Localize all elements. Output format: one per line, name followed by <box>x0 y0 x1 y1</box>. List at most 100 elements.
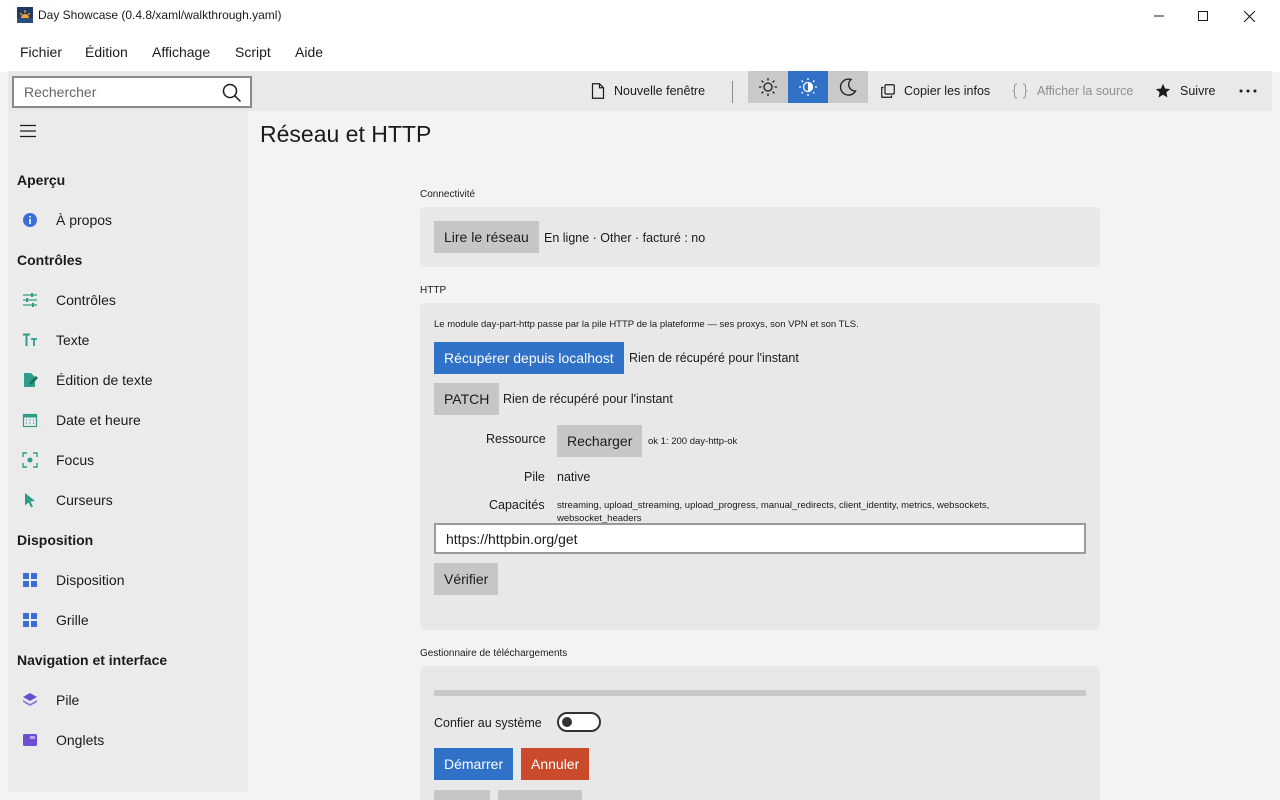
http-description: Le module day-part-http passe par la pil… <box>434 319 859 330</box>
search-icon[interactable] <box>222 83 242 103</box>
search-box[interactable] <box>12 76 252 108</box>
sidebar-heading-layout: Disposition <box>17 532 94 548</box>
more-icon <box>1239 89 1257 93</box>
minimize-button[interactable] <box>1136 0 1182 32</box>
menu-bar: Fichier Édition Affichage Script Aide <box>0 32 1280 72</box>
star-icon <box>1155 83 1171 98</box>
fetch-localhost-button[interactable]: Récupérer depuis localhost <box>434 342 624 374</box>
moon-icon <box>839 78 857 96</box>
stack-value: native <box>557 470 591 484</box>
document-icon <box>591 83 605 99</box>
more-options-button[interactable] <box>1239 71 1266 111</box>
stack-icon <box>23 693 37 706</box>
sidebar-heading-overview: Aperçu <box>17 172 66 188</box>
sidebar-item-label: Édition de texte <box>56 372 153 388</box>
info-icon <box>23 213 37 227</box>
system-handoff-toggle[interactable] <box>557 712 601 732</box>
theme-system-button[interactable] <box>788 71 828 103</box>
new-window-button[interactable]: Nouvelle fenêtre <box>591 71 705 111</box>
main-content: Réseau et HTTP Connectivité Lire le rése… <box>248 111 1272 800</box>
sidebar-item-layout[interactable]: Disposition <box>8 562 248 598</box>
sidebar-item-text[interactable]: Texte <box>8 322 248 358</box>
menu-file[interactable]: Fichier <box>20 44 62 60</box>
next-button-partial[interactable] <box>498 790 582 800</box>
sliders-icon <box>23 293 37 307</box>
sidebar-item-date-time[interactable]: Date et heure <box>8 402 248 438</box>
next-button-partial[interactable] <box>434 790 490 800</box>
url-input[interactable] <box>434 523 1086 554</box>
capabilities-label: Capacités <box>489 498 545 512</box>
window-title: Day Showcase (0.4.8/xaml/walkthrough.yam… <box>38 8 282 22</box>
sidebar-item-label: Focus <box>56 452 95 468</box>
system-handoff-label: Confier au système <box>434 716 542 730</box>
maximize-icon <box>1198 11 1208 21</box>
fetch-result: Rien de récupéré pour l'instant <box>629 351 799 365</box>
sidebar-item-cursors[interactable]: Curseurs <box>8 482 248 518</box>
downloads-card: Confier au système Démarrer Annuler <box>420 666 1100 800</box>
sidebar-item-label: Pile <box>56 692 80 708</box>
theme-light-button[interactable] <box>748 71 788 103</box>
download-progress-bar <box>434 690 1086 696</box>
view-source-label: Afficher la source <box>1037 84 1134 98</box>
copy-info-label: Copier les infos <box>904 84 991 98</box>
follow-label: Suivre <box>1180 84 1216 98</box>
follow-button[interactable]: Suivre <box>1155 71 1215 111</box>
sidebar-item-stack[interactable]: Pile <box>8 682 248 718</box>
menu-help[interactable]: Aide <box>295 44 323 60</box>
read-network-button[interactable]: Lire le réseau <box>434 221 539 253</box>
close-icon <box>1243 10 1255 22</box>
search-input[interactable] <box>24 84 214 100</box>
reload-button[interactable]: Recharger <box>557 425 643 457</box>
sidebar-item-label: Date et heure <box>56 412 141 428</box>
tabs-icon <box>23 734 37 746</box>
theme-dark-button[interactable] <box>828 71 868 103</box>
copy-icon <box>881 84 895 98</box>
sidebar-item-label: À propos <box>56 212 113 228</box>
title-bar: Day Showcase (0.4.8/xaml/walkthrough.yam… <box>0 0 1280 32</box>
focus-icon <box>22 452 38 468</box>
connectivity-card: Lire le réseau En ligne · Other · factur… <box>420 207 1100 267</box>
cancel-button[interactable]: Annuler <box>521 748 590 780</box>
sidebar-item-text-editing[interactable]: Édition de texte <box>8 362 248 398</box>
sidebar-heading-navigation: Navigation et interface <box>17 652 168 668</box>
sidebar-item-tabs[interactable]: Onglets <box>8 722 248 758</box>
sidebar-item-label: Texte <box>56 332 90 348</box>
capabilities-value: streaming, upload_streaming, upload_prog… <box>557 500 990 524</box>
sidebar-item-focus[interactable]: Focus <box>8 442 248 478</box>
minimize-icon <box>1154 15 1164 17</box>
edit-document-icon <box>24 373 38 387</box>
grid-icon <box>23 613 37 627</box>
new-window-label: Nouvelle fenêtre <box>614 84 706 98</box>
layout-icon <box>23 573 37 587</box>
view-source-button[interactable]: Afficher la source <box>1012 71 1133 111</box>
menu-view[interactable]: Affichage <box>152 44 210 60</box>
menu-script[interactable]: Script <box>235 44 271 60</box>
verify-button[interactable]: Vérifier <box>434 563 499 595</box>
close-button[interactable] <box>1226 0 1272 32</box>
patch-button[interactable]: PATCH <box>434 383 500 415</box>
app-logo-icon <box>17 7 33 23</box>
cursor-icon <box>25 493 35 508</box>
page-title: Réseau et HTTP <box>260 121 432 147</box>
downloads-section-label: Gestionnaire de téléchargements <box>420 648 568 659</box>
text-size-icon <box>23 333 37 346</box>
sidebar-item-grid[interactable]: Grille <box>8 602 248 638</box>
resource-result: ok 1: 200 day-http-ok <box>648 436 738 447</box>
sidebar-item-label: Curseurs <box>56 492 113 508</box>
patch-result: Rien de récupéré pour l'instant <box>503 392 673 406</box>
menu-edit[interactable]: Édition <box>85 44 128 60</box>
toolbar: Nouvelle fenêtre Copier les infos Affich… <box>8 71 1272 111</box>
toolbar-separator <box>732 81 733 103</box>
http-card: Le module day-part-http passe par la pil… <box>420 303 1100 630</box>
maximize-button[interactable] <box>1180 0 1226 32</box>
copy-info-button[interactable]: Copier les infos <box>881 71 990 111</box>
sidebar-item-controls[interactable]: Contrôles <box>8 282 248 318</box>
sidebar-item-label: Grille <box>56 612 89 628</box>
resource-label: Ressource <box>486 432 546 446</box>
calendar-icon <box>22 413 38 428</box>
hamburger-menu-icon[interactable] <box>20 124 36 138</box>
sidebar-item-label: Onglets <box>56 732 105 748</box>
toggle-knob <box>562 717 572 727</box>
start-button[interactable]: Démarrer <box>434 748 514 780</box>
sidebar-item-about[interactable]: À propos <box>8 202 248 238</box>
